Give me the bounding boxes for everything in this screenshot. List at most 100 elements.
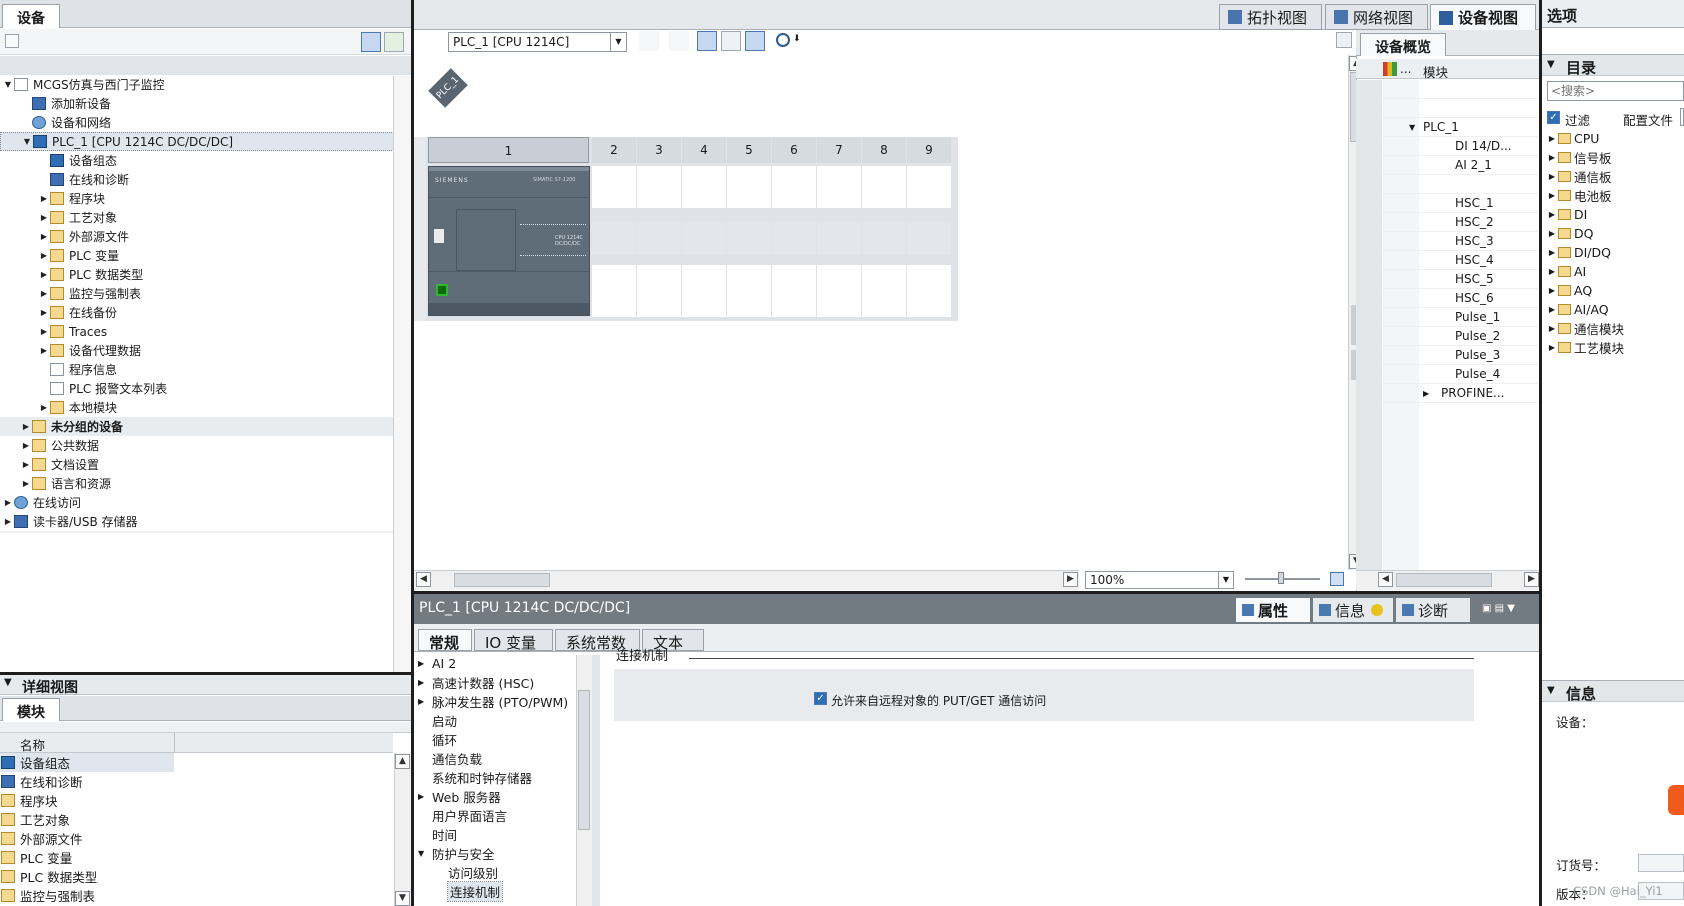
- tree-item[interactable]: ▶ 公共数据: [0, 436, 412, 455]
- catalog-item[interactable]: ▶ CPU: [1546, 129, 1600, 148]
- slot-cell[interactable]: [862, 221, 906, 255]
- overview-nav-icon[interactable]: [1330, 572, 1344, 586]
- collapsed-icon[interactable]: ▶: [38, 403, 50, 412]
- collapsed-icon[interactable]: ▶: [20, 479, 32, 488]
- tree-item[interactable]: ▶ 文档设置: [0, 455, 412, 474]
- collapsed-icon[interactable]: ▶: [38, 213, 50, 222]
- collapsed-icon[interactable]: ▶: [1546, 134, 1558, 143]
- zoom-dropdown-icon[interactable]: ⬇: [793, 34, 801, 44]
- slot-header[interactable]: 4: [682, 137, 726, 163]
- overview-row[interactable]: [1383, 80, 1538, 99]
- properties-nav-item[interactable]: 循环: [418, 730, 588, 749]
- expanded-icon[interactable]: ▼: [418, 849, 432, 858]
- tree-item[interactable]: ▶ 工艺对象: [0, 208, 412, 227]
- slot-header[interactable]: 8: [862, 137, 906, 163]
- slot-cell[interactable]: [907, 221, 951, 255]
- slot-cell[interactable]: [682, 221, 726, 255]
- overview-row[interactable]: Pulse_1: [1383, 308, 1538, 327]
- catalog-item[interactable]: ▶ 电池板: [1546, 186, 1612, 205]
- collapsed-icon[interactable]: ▶: [418, 659, 432, 668]
- properties-nav-item[interactable]: 通信负载: [418, 749, 588, 768]
- collapsed-icon[interactable]: ▶: [38, 251, 50, 260]
- properties-nav-item[interactable]: ▼ 防护与安全: [418, 844, 588, 863]
- tab-network-view[interactable]: 网络视图: [1325, 4, 1428, 30]
- properties-nav-item[interactable]: 连接机制: [418, 881, 588, 902]
- put-get-checkbox[interactable]: ✓: [814, 692, 827, 705]
- zoom-chevron-icon[interactable]: ▼: [1218, 572, 1233, 588]
- slot-cell[interactable]: [592, 221, 636, 255]
- catalog-item[interactable]: ▶ 工艺模块: [1546, 338, 1624, 357]
- detail-row[interactable]: 在线和诊断: [0, 772, 393, 791]
- overview-row[interactable]: [1383, 99, 1538, 118]
- tree-item[interactable]: ▶ 未分组的设备: [0, 417, 412, 436]
- tree-item[interactable]: ▶ 读卡器/USB 存储器: [0, 512, 412, 531]
- slot-header[interactable]: 1: [428, 137, 589, 163]
- tree-item[interactable]: ▶ 监控与强制表: [0, 284, 412, 303]
- collapsed-icon[interactable]: ▶: [418, 792, 432, 801]
- slot-header[interactable]: 7: [817, 137, 861, 163]
- device-select[interactable]: PLC_1 [CPU 1214C] ▼: [448, 32, 627, 52]
- slot-cell[interactable]: [637, 221, 681, 255]
- slot-header[interactable]: 3: [637, 137, 681, 163]
- properties-nav-item[interactable]: 访问级别: [418, 863, 588, 882]
- collapsed-icon[interactable]: ▶: [1423, 389, 1437, 398]
- overview-row[interactable]: AI 2_1: [1383, 156, 1538, 175]
- expanded-icon[interactable]: ▼: [1409, 123, 1423, 132]
- tree-item[interactable]: ▼ PLC_1 [CPU 1214C DC/DC/DC]: [0, 132, 412, 151]
- column-header-name[interactable]: 名称: [20, 735, 45, 754]
- collapsed-icon[interactable]: ▶: [38, 232, 50, 241]
- collapsed-icon[interactable]: ▶: [38, 308, 50, 317]
- tree-item[interactable]: ▶ 本地模块: [0, 398, 412, 417]
- tree-item[interactable]: 在线和诊断: [0, 170, 412, 189]
- tree-item[interactable]: 程序信息: [0, 360, 412, 379]
- zoom-select[interactable]: 100% ▼: [1085, 571, 1234, 589]
- tab-io-tags[interactable]: IO 变量: [474, 629, 553, 652]
- tree-item[interactable]: ▶ 在线访问: [0, 493, 412, 512]
- slot-cell[interactable]: [592, 166, 636, 208]
- properties-nav-item[interactable]: 用户界面语言: [418, 806, 588, 825]
- page-icon[interactable]: [745, 31, 765, 51]
- slot-cell[interactable]: [862, 265, 906, 317]
- collapsed-icon[interactable]: ▶: [38, 327, 50, 336]
- slot-cell[interactable]: [772, 166, 816, 208]
- collapsed-icon[interactable]: ▶: [1546, 210, 1558, 219]
- slot-cell[interactable]: [682, 265, 726, 317]
- slot-cell[interactable]: [727, 166, 771, 208]
- catalog-collapse-icon[interactable]: ▼: [1547, 59, 1555, 70]
- tab-properties[interactable]: 属性: [1236, 598, 1310, 622]
- tree-item[interactable]: 添加新设备: [0, 94, 412, 113]
- slot-cell[interactable]: [637, 166, 681, 208]
- detail-row[interactable]: 程序块: [0, 791, 393, 810]
- catalog-item[interactable]: ▶ AI: [1546, 262, 1586, 281]
- slot-header[interactable]: 9: [907, 137, 951, 163]
- overview-row[interactable]: ▼ PLC_1: [1383, 118, 1538, 137]
- collapsed-icon[interactable]: ▶: [1546, 248, 1558, 257]
- tab-general[interactable]: 常规: [418, 629, 472, 652]
- pointer-tool-icon[interactable]: [419, 31, 439, 51]
- slot-cell[interactable]: [727, 221, 771, 255]
- filter-colors-icon[interactable]: [1383, 62, 1397, 76]
- collapsed-icon[interactable]: ▶: [20, 460, 32, 469]
- collapsed-icon[interactable]: ▶: [1546, 324, 1558, 333]
- slot-cell[interactable]: [862, 166, 906, 208]
- put-get-label[interactable]: 允许来自远程对象的 PUT/GET 通信访问: [831, 692, 1046, 709]
- catalog-item[interactable]: ▶ DI: [1546, 205, 1587, 224]
- layout-icon[interactable]: [721, 31, 741, 51]
- slot-cell[interactable]: [772, 265, 816, 317]
- overview-row[interactable]: HSC_2: [1383, 213, 1538, 232]
- tab-info[interactable]: 信息: [1313, 598, 1393, 622]
- cpu-module[interactable]: SIEMENS SIMATIC S7-1200 CPU 1214C DC/DC/…: [428, 166, 590, 316]
- slot-cell[interactable]: [907, 166, 951, 208]
- detail-row[interactable]: 设备组态: [0, 753, 174, 772]
- collapsed-icon[interactable]: ▶: [1546, 153, 1558, 162]
- overview-row[interactable]: DI 14/D...: [1383, 137, 1538, 156]
- sync-icon[interactable]: [384, 32, 404, 52]
- slot-cell[interactable]: [907, 265, 951, 317]
- properties-nav-item[interactable]: ▶ AI 2: [418, 654, 588, 673]
- slot-cell[interactable]: [817, 221, 861, 255]
- properties-nav-item[interactable]: ▶ Web 服务器: [418, 787, 588, 806]
- detail-scrollbar[interactable]: [394, 753, 412, 906]
- slot-cell[interactable]: [727, 265, 771, 317]
- slot-cell[interactable]: [682, 166, 726, 208]
- slot-header[interactable]: 5: [727, 137, 771, 163]
